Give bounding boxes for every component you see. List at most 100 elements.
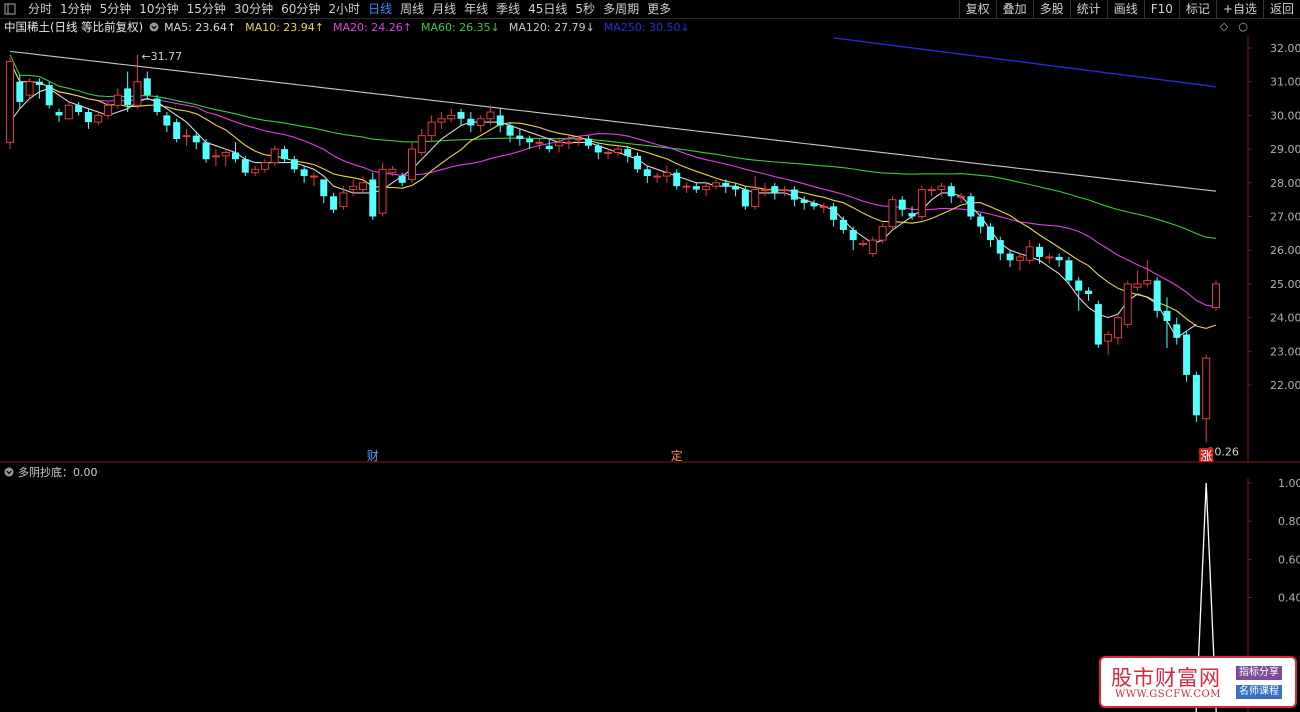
candle-body-29: [290, 159, 298, 170]
price-tick-9: 23.00: [1270, 345, 1300, 358]
candle-body-41: [408, 148, 416, 180]
candle-body-17: [173, 122, 181, 139]
candle-body-92: [908, 213, 916, 217]
candle-body-37: [369, 179, 377, 217]
candle-body-50: [496, 115, 504, 126]
candle-body-109: [1075, 280, 1083, 291]
candle-body-46: [457, 112, 465, 119]
candle-body-7: [75, 105, 83, 113]
candle-body-113: [1113, 317, 1122, 339]
candle-body-72: [711, 182, 720, 187]
candle-body-28: [281, 149, 289, 160]
candle-body-121: [1192, 374, 1200, 416]
candle-body-56: [555, 141, 564, 147]
candle-body-55: [545, 145, 553, 150]
candle-body-94: [927, 189, 936, 192]
event-marker-1: 定: [671, 448, 683, 463]
candle-body-80: [790, 189, 798, 200]
candle-body-102: [1006, 253, 1014, 261]
candle-body-60: [594, 145, 602, 153]
candle-body-117: [1153, 280, 1161, 311]
indicator-settings-icon[interactable]: [4, 467, 14, 477]
candle-body-120: [1183, 334, 1191, 375]
price-tick-3: 29.00: [1270, 143, 1300, 156]
watermark-logo: 股市财富网 WWW.GSCFW.COM 指标分享 名师课程: [1099, 656, 1297, 708]
price-tick-4: 28.00: [1270, 177, 1300, 190]
candle-body-4: [45, 85, 53, 106]
candle-body-19: [192, 135, 200, 143]
candle-body-123: [1212, 283, 1220, 308]
candle-body-71: [702, 185, 711, 191]
candle-body-45: [447, 114, 456, 120]
candle-body-75: [741, 189, 749, 207]
event-marker-2: 涨: [1200, 448, 1212, 463]
candle-body-67: [662, 172, 671, 177]
candle-body-112: [1104, 333, 1113, 342]
watermark-tag-share: 指标分享: [1236, 666, 1282, 680]
candle-body-90: [888, 199, 897, 228]
candle-body-9: [94, 114, 103, 123]
candle-body-44: [437, 118, 446, 123]
candle-body-110: [1085, 290, 1093, 295]
watermark-name: 股市财富网: [1111, 666, 1221, 690]
candle-body-114: [1123, 283, 1132, 325]
candle-body-73: [722, 182, 730, 187]
candle-body-49: [486, 111, 495, 120]
candle-body-79: [780, 189, 789, 192]
candle-body-105: [1036, 246, 1044, 257]
candle-body-118: [1163, 310, 1171, 321]
candle-body-42: [417, 135, 426, 153]
candle-body-40: [398, 176, 406, 183]
candle-body-91: [898, 199, 906, 210]
candle-body-84: [830, 206, 838, 220]
candle-body-58: [574, 138, 583, 141]
candle-body-38: [378, 168, 387, 214]
candle-body-23: [232, 152, 240, 160]
candle-body-85: [839, 219, 847, 230]
ind-tick-3: 0.40: [1278, 592, 1300, 605]
candle-body-101: [996, 240, 1004, 254]
ma5-line: [9, 87, 1197, 339]
ind-tick-1: 0.80: [1278, 515, 1300, 528]
candle-body-62: [613, 148, 622, 153]
candle-body-119: [1173, 324, 1181, 338]
candle-body-115: [1133, 283, 1142, 288]
ind-tick-0: 1.00: [1278, 477, 1300, 490]
candle-body-100: [986, 226, 994, 241]
price-tick-6: 26.00: [1270, 244, 1300, 257]
indicator-bar: 多阴抄底：0.00: [0, 464, 98, 480]
candle-body-53: [526, 138, 534, 143]
ma10-line: [9, 61, 1217, 329]
candle-body-51: [506, 125, 514, 136]
event-marker-0: 财: [367, 449, 379, 463]
candle-body-25: [251, 168, 260, 174]
ma20-line: [9, 61, 1217, 308]
candle-body-54: [535, 141, 544, 144]
watermark-tag-course: 名师课程: [1236, 685, 1282, 699]
candle-body-26: [260, 162, 269, 170]
candle-body-33: [330, 196, 338, 210]
candle-body-61: [604, 151, 613, 154]
ma250-line: [833, 37, 1217, 88]
candle-body-66: [653, 175, 662, 178]
candle-body-95: [937, 185, 946, 191]
candle-body-24: [241, 159, 249, 173]
candle-body-57: [564, 141, 573, 144]
ma120-line: [9, 50, 1217, 192]
indicator-label: 多阴抄底：0.00: [18, 466, 98, 479]
candle-body-116: [1143, 280, 1152, 285]
candle-body-93: [917, 189, 926, 217]
candle-body-69: [682, 185, 691, 188]
candle-body-22: [221, 151, 230, 157]
candle-body-68: [673, 172, 681, 187]
candle-body-13: [133, 81, 142, 106]
candle-body-21: [211, 155, 220, 158]
candle-body-89: [878, 226, 887, 241]
candle-body-70: [692, 186, 700, 190]
candle-body-99: [977, 216, 985, 227]
candle-body-97: [957, 195, 966, 198]
kline-chart[interactable]: 32.00 31.00 30.00 29.00 28.00 27.00 26.00 25.00…: [0, 0, 1300, 712]
watermark-url: WWW.GSCFW.COM: [1115, 689, 1221, 700]
candle-body-36: [358, 182, 367, 191]
candle-body-0: [6, 60, 14, 143]
